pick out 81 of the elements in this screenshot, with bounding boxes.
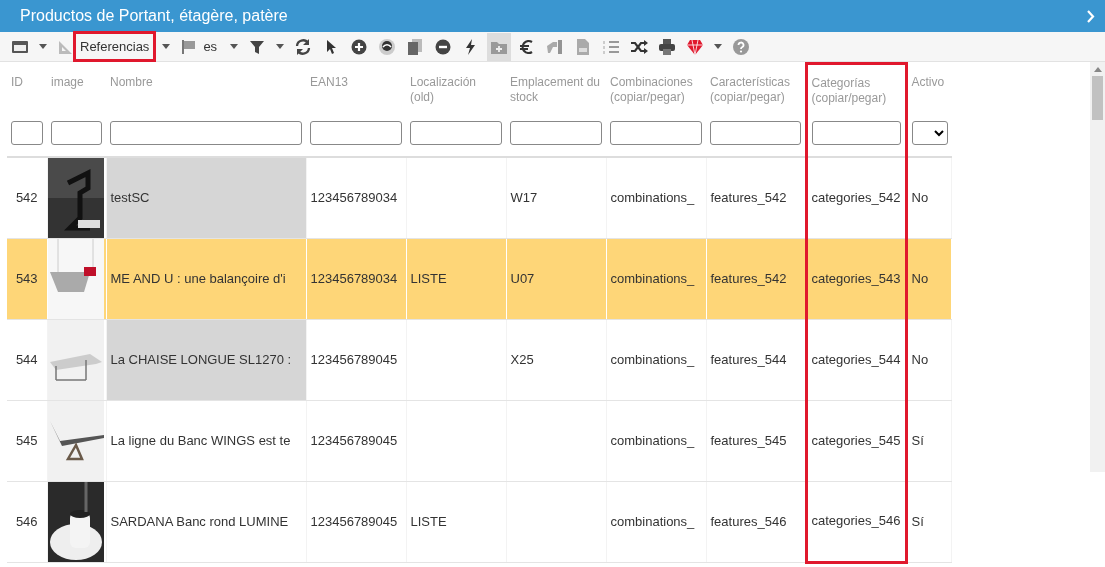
column-header[interactable]: Combinaciones (copiar/pegar) — [606, 63, 706, 114]
column-header[interactable]: Nombre — [106, 63, 306, 114]
table-cell: LISTE — [406, 481, 506, 562]
table-cell: No — [906, 156, 952, 238]
caret-icon — [714, 44, 723, 49]
filter-field[interactable] — [51, 120, 102, 145]
filter-field[interactable] — [11, 120, 43, 145]
table-cell: 123456789045 — [306, 481, 406, 562]
table-cell: combinations_ — [606, 481, 706, 562]
column-header[interactable]: Categorías (copiar/pegar) — [806, 63, 906, 114]
gem-icon — [686, 37, 705, 56]
table-cell: W17 — [506, 156, 606, 238]
table-cell: 543 — [7, 238, 47, 319]
product-name-cell: SARDANA Banc rond LUMINE — [106, 481, 306, 562]
filter-field[interactable] — [410, 120, 502, 145]
table-cell: combinations_ — [606, 238, 706, 319]
table-cell: 542 — [7, 156, 47, 238]
shuffle-icon — [630, 37, 649, 56]
table-cell: Sí — [906, 400, 952, 481]
table-cell: features_542 — [706, 156, 806, 238]
product-name-cell: La ligne du Banc WINGS est te — [106, 400, 306, 481]
filter-field[interactable] — [110, 120, 302, 145]
filter-field[interactable] — [610, 120, 702, 145]
table-cell: X25 — [506, 319, 606, 400]
column-header[interactable]: Características (copiar/pegar) — [706, 63, 806, 114]
chevron-right-icon[interactable] — [1086, 9, 1095, 23]
printer-icon — [658, 37, 677, 56]
round-logo-icon — [378, 37, 397, 56]
table-cell: 545 — [7, 400, 47, 481]
caret-icon — [162, 44, 171, 49]
table-cell: Sí — [906, 481, 952, 562]
table-cell: 546 — [7, 481, 47, 562]
column-header[interactable]: EAN13 — [306, 63, 406, 114]
refresh-icon — [294, 37, 313, 56]
table-cell: LISTE — [406, 238, 506, 319]
table-cell: categories_546 — [806, 481, 906, 562]
product-name-cell: testSC — [106, 156, 306, 238]
table-cell: features_542 — [706, 238, 806, 319]
table-cell: combinations_ — [606, 319, 706, 400]
table-cell: categories_545 — [806, 400, 906, 481]
caret-icon — [39, 44, 47, 49]
table-cell: 544 — [7, 319, 47, 400]
window-title: Productos de Portant, étagère, patère — [20, 6, 288, 26]
dropdown-button[interactable]: es — [177, 32, 242, 61]
table-cell: features_544 — [706, 319, 806, 400]
column-header[interactable]: ID — [7, 63, 47, 114]
filter-field[interactable] — [811, 120, 901, 145]
barcode-scanner-icon — [546, 37, 565, 56]
scroll-up-icon[interactable] — [1093, 66, 1102, 72]
table-cell: categories_544 — [806, 319, 906, 400]
table-cell: 123456789034 — [306, 156, 406, 238]
table-cell: 123456789034 — [306, 238, 406, 319]
table-cell: features_546 — [706, 481, 806, 562]
table-cell: combinations_ — [606, 156, 706, 238]
scrollbar[interactable] — [1090, 62, 1105, 472]
table-cell: combinations_ — [606, 400, 706, 481]
filter-field[interactable] — [510, 120, 602, 145]
table-cell: categories_543 — [806, 238, 906, 319]
column-header[interactable]: image — [47, 63, 106, 114]
column-header[interactable]: Activo — [906, 63, 952, 114]
caret-icon — [230, 44, 239, 49]
filter-select[interactable] — [911, 120, 948, 145]
caret-icon — [276, 44, 285, 49]
table-cell: features_545 — [706, 400, 806, 481]
dropdown-button[interactable]: Referencias — [54, 32, 174, 61]
column-header[interactable]: Localización (old) — [406, 63, 506, 114]
help-icon — [732, 37, 751, 56]
scroll-thumb[interactable] — [1092, 76, 1103, 120]
table-cell: U07 — [506, 238, 606, 319]
copy-icon — [406, 37, 425, 56]
product-name-cell: La CHAISE LONGUE SL1270 : — [106, 319, 306, 400]
plus-circle-icon — [350, 37, 369, 56]
filter-field[interactable] — [310, 120, 402, 145]
table-cell: 123456789045 — [306, 319, 406, 400]
column-header[interactable]: Emplacement du stock — [506, 63, 606, 114]
product-name-cell: ME AND U : une balançoire d'i — [106, 238, 306, 319]
minus-circle-icon — [434, 37, 453, 56]
table-cell: No — [906, 238, 952, 319]
table-cell: No — [906, 319, 952, 400]
table-cell: 123456789045 — [306, 400, 406, 481]
filter-field[interactable] — [710, 120, 801, 145]
